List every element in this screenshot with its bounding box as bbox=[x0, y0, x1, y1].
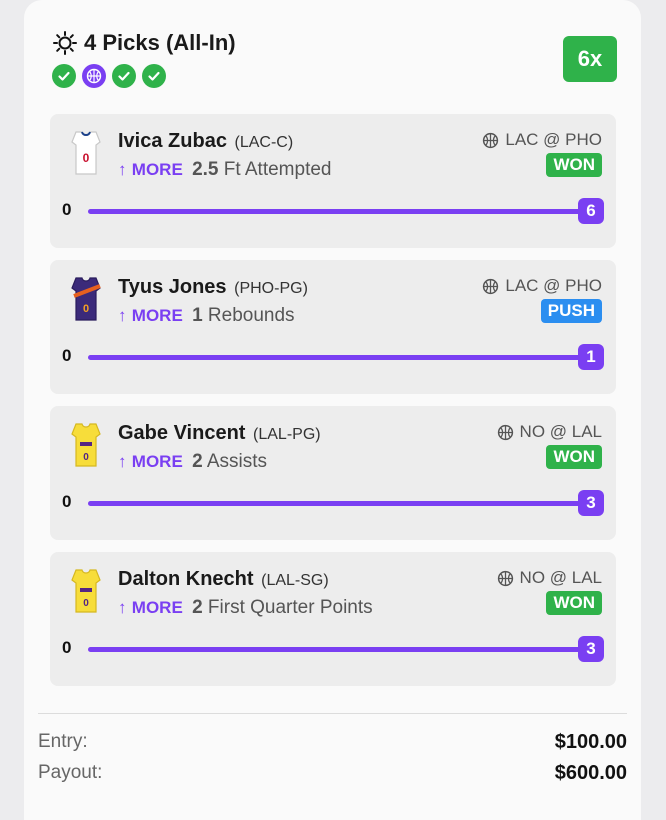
check-icon bbox=[142, 64, 166, 88]
player-team-position: (LAL-PG) bbox=[253, 426, 321, 443]
entry-title: 4 Picks (All-In) bbox=[52, 30, 236, 56]
progress-min-label: 0 bbox=[62, 492, 72, 511]
arrow-up-icon: ↑ bbox=[118, 160, 127, 179]
payout-multiplier-badge: 6x bbox=[563, 36, 617, 82]
pick-direction: MORE bbox=[131, 306, 183, 325]
result-badge: WON bbox=[546, 591, 602, 615]
svg-text:0: 0 bbox=[83, 452, 89, 463]
pick-stat: Assists bbox=[206, 451, 268, 472]
progress-min-label: 0 bbox=[62, 200, 72, 219]
svg-text:0: 0 bbox=[83, 303, 89, 315]
sun-icon bbox=[53, 31, 77, 55]
pick-line: ↑ MORE 2 Assists bbox=[118, 451, 267, 473]
player-team-position: (LAC-C) bbox=[234, 134, 294, 151]
pick-line-value: 2 bbox=[192, 451, 203, 472]
pick-stat: Ft Attempted bbox=[223, 159, 332, 180]
player-team-position: (LAL-SG) bbox=[261, 572, 329, 589]
basketball-icon bbox=[497, 570, 513, 586]
progress-bar bbox=[88, 501, 600, 506]
pick-line: ↑ MORE 1 Rebounds bbox=[118, 305, 295, 327]
pick-card[interactable]: 0 Dalton Knecht (LAL-SG) ↑ MORE 2 First … bbox=[50, 552, 616, 686]
result-badge: PUSH bbox=[540, 299, 602, 323]
pick-line-value: 2 bbox=[192, 597, 203, 618]
pick-direction: MORE bbox=[131, 598, 183, 617]
pick-line: ↑ MORE 2.5 Ft Attempted bbox=[118, 159, 332, 181]
player-name: Dalton Knecht (LAL-SG) bbox=[118, 568, 329, 590]
player-name: Gabe Vincent (LAL-PG) bbox=[118, 422, 321, 444]
entry-label: Entry: bbox=[38, 731, 88, 752]
pick-line-value: 2.5 bbox=[192, 159, 219, 180]
progress-bar bbox=[88, 355, 600, 360]
basketball-icon bbox=[483, 132, 499, 148]
arrow-up-icon: ↑ bbox=[118, 452, 127, 471]
check-icon bbox=[52, 64, 76, 88]
svg-text:0: 0 bbox=[83, 151, 90, 165]
progress-bar bbox=[88, 647, 600, 652]
pick-card[interactable]: 0 Tyus Jones (PHO-PG) ↑ MORE 1 Rebounds … bbox=[50, 260, 616, 394]
basketball-icon bbox=[82, 64, 106, 88]
result-badge: WON bbox=[546, 445, 602, 469]
pick-status-row bbox=[52, 64, 236, 88]
basketball-icon bbox=[497, 424, 513, 440]
pick-stat: Rebounds bbox=[207, 305, 295, 326]
player-jersey-icon: 0 bbox=[71, 423, 101, 467]
game-matchup: NO @ LAL bbox=[497, 422, 602, 442]
entry-row: Entry: $100.00 bbox=[38, 731, 627, 754]
payout-row: Payout: $600.00 bbox=[38, 762, 627, 785]
check-icon bbox=[112, 64, 136, 88]
actual-stat-badge: 3 bbox=[578, 490, 604, 516]
arrow-up-icon: ↑ bbox=[118, 598, 127, 617]
summary-divider bbox=[38, 713, 627, 714]
player-jersey-icon: 0 bbox=[71, 277, 101, 321]
payout-amount: $600.00 bbox=[554, 762, 627, 784]
svg-text:0: 0 bbox=[83, 598, 89, 609]
progress-bar bbox=[88, 209, 600, 214]
game-matchup: NO @ LAL bbox=[497, 568, 602, 588]
game-matchup: LAC @ PHO bbox=[482, 276, 602, 296]
pick-card[interactable]: 0 Gabe Vincent (LAL-PG) ↑ MORE 2 Assists… bbox=[50, 406, 616, 540]
entry-header: 4 Picks (All-In) bbox=[52, 30, 236, 88]
actual-stat-badge: 1 bbox=[578, 344, 604, 370]
entry-title-text: 4 Picks (All-In) bbox=[84, 30, 236, 55]
player-jersey-icon: 0 bbox=[71, 131, 101, 175]
player-name: Tyus Jones (PHO-PG) bbox=[118, 276, 308, 298]
pick-direction: MORE bbox=[131, 452, 183, 471]
pick-card[interactable]: 0 Ivica Zubac (LAC-C) ↑ MORE 2.5 Ft Atte… bbox=[50, 114, 616, 248]
result-badge: WON bbox=[546, 153, 602, 177]
player-team-position: (PHO-PG) bbox=[234, 280, 308, 297]
pick-line: ↑ MORE 2 First Quarter Points bbox=[118, 597, 373, 619]
progress-min-label: 0 bbox=[62, 638, 72, 657]
progress-min-label: 0 bbox=[62, 346, 72, 365]
game-matchup: LAC @ PHO bbox=[482, 130, 602, 150]
pick-direction: MORE bbox=[131, 160, 183, 179]
pick-line-value: 1 bbox=[192, 305, 203, 326]
pick-stat: First Quarter Points bbox=[207, 597, 373, 618]
player-jersey-icon: 0 bbox=[71, 569, 101, 613]
player-name: Ivica Zubac (LAC-C) bbox=[118, 130, 294, 152]
entry-amount: $100.00 bbox=[554, 731, 627, 753]
actual-stat-badge: 3 bbox=[578, 636, 604, 662]
payout-label: Payout: bbox=[38, 762, 103, 783]
basketball-icon bbox=[483, 278, 499, 294]
arrow-up-icon: ↑ bbox=[118, 306, 127, 325]
actual-stat-badge: 6 bbox=[578, 198, 604, 224]
entry-card: 4 Picks (All-In) 6x 0 Ivica Zubac (LAC-C… bbox=[24, 0, 641, 820]
